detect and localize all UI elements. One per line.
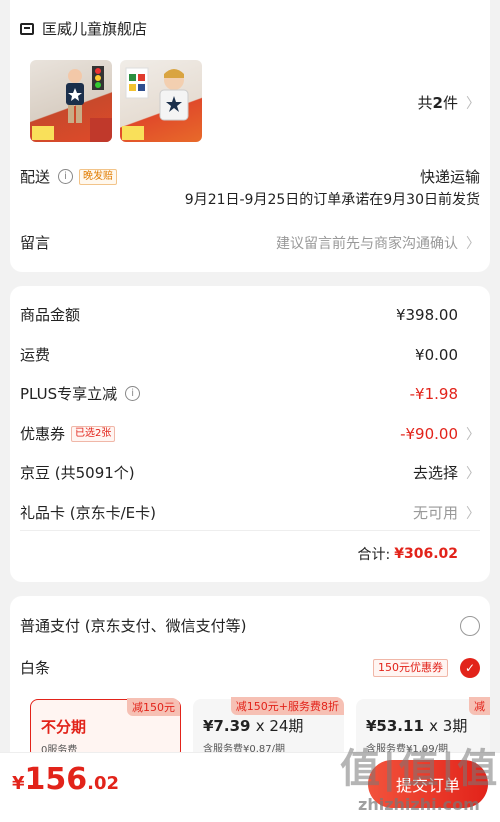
message-input[interactable]: 建议留言前先与商家沟通确认: [276, 233, 458, 253]
coupon-selected-tag: 已选2张: [71, 425, 116, 442]
radio-checked-icon[interactable]: ✓: [460, 657, 480, 678]
info-icon[interactable]: i: [125, 386, 141, 401]
shipping-method: 快递运输: [419, 168, 480, 186]
shop-name: 匡威儿童旗舰店: [42, 20, 148, 38]
installment-plan-none[interactable]: 减150元 不分期 0服务费: [30, 698, 181, 759]
radio-unchecked-icon[interactable]: [460, 615, 480, 636]
baitiao-option[interactable]: 白条 150元优惠券 ✓: [20, 657, 480, 678]
total-row: 合计: ¥306.02: [357, 546, 458, 563]
shop-header[interactable]: 匡威儿童旗舰店: [20, 18, 480, 39]
chevron-right-icon: 〉: [466, 426, 480, 443]
late-delivery-tag: 晚发赔: [79, 168, 118, 185]
item-count[interactable]: 共 2 件 〉: [20, 92, 480, 113]
message-label: 留言: [20, 234, 51, 252]
watermark-domain: zhizhizhi.com: [358, 795, 480, 814]
bottom-total: ¥ 156 .02: [12, 762, 120, 797]
freight-row: 运费 ¥0.00: [20, 345, 458, 365]
goods-amount-row: 商品金额 ¥398.00: [20, 305, 458, 325]
shipping-row[interactable]: 配送 i 晚发赔 快递运输: [20, 166, 480, 187]
baitiao-coupon-tag: 150元优惠券: [373, 658, 448, 677]
store-icon: [20, 22, 34, 35]
watermark-logo: 值|值|值: [340, 746, 500, 792]
divider: [20, 530, 480, 531]
chevron-right-icon: 〉: [466, 95, 480, 112]
normal-payment-option[interactable]: 普通支付 (京东支付、微信支付等): [20, 615, 480, 636]
plus-discount-row: PLUS专享立减 i -¥1.98: [20, 384, 458, 404]
shipping-label: 配送: [20, 168, 51, 186]
coupon-row[interactable]: 优惠券 已选2张 -¥90.00 〉: [20, 423, 480, 444]
gift-card-row[interactable]: 礼品卡 (京东卡/E卡) 无可用 〉: [20, 502, 480, 523]
chevron-right-icon: 〉: [466, 465, 480, 482]
chevron-right-icon: 〉: [466, 235, 480, 252]
shipping-promise: 9月21日-9月25日的订单承诺在9月30日前发货: [184, 192, 480, 208]
info-icon[interactable]: i: [58, 169, 74, 184]
chevron-right-icon: 〉: [466, 505, 480, 522]
jd-beans-row[interactable]: 京豆 (共5091个) 去选择 〉: [20, 462, 480, 483]
message-row[interactable]: 留言 建议留言前先与商家沟通确认 〉: [20, 232, 480, 253]
installment-plan-24[interactable]: 减150元+服务费8折 ¥7.39 x 24期 含服务费¥0.87/期: [193, 697, 344, 759]
